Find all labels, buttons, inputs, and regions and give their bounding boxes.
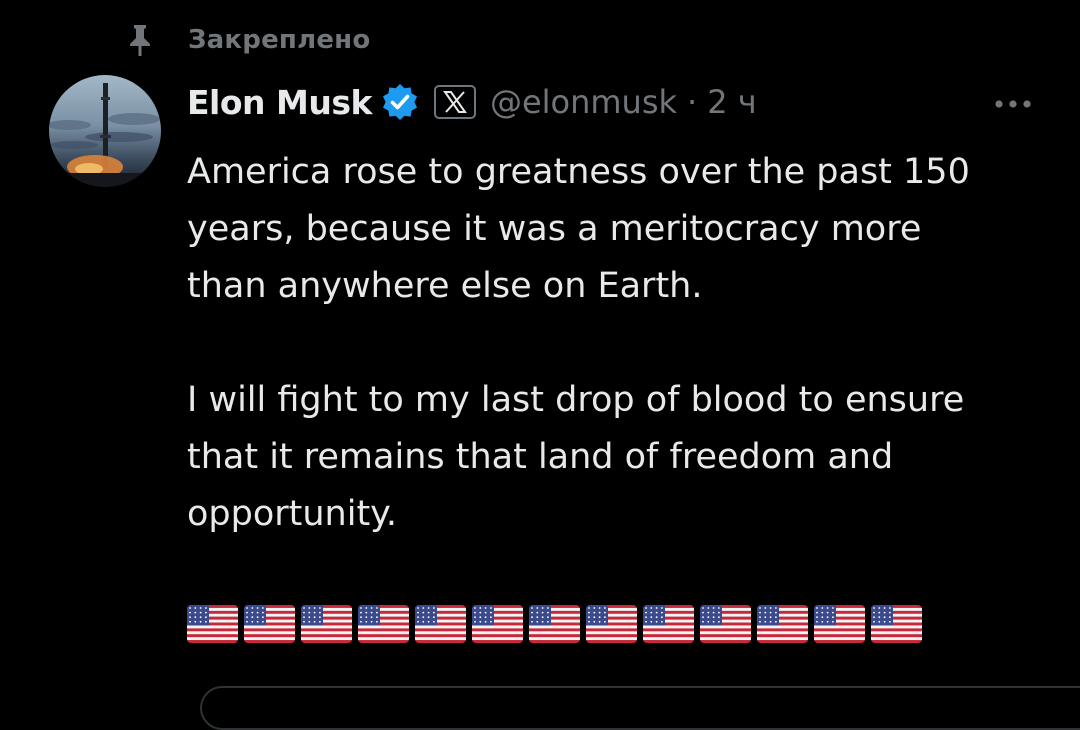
- pinned-indicator: Закреплено: [120, 20, 370, 60]
- tweet-header: Elon Musk @elonmusk · 2 ч: [187, 78, 1037, 126]
- tweet-paragraph: America rose to greatness over the past …: [187, 152, 970, 306]
- flag-emoji-row: [187, 605, 928, 645]
- us-flag-icon: [301, 605, 352, 643]
- media-card-edge[interactable]: [200, 686, 1080, 730]
- tweet-text: America rose to greatness over the past …: [187, 144, 1047, 543]
- tweet-paragraph: I will fight to my last drop of blood to…: [187, 380, 965, 534]
- pin-icon: [120, 20, 160, 60]
- avatar[interactable]: [49, 75, 161, 187]
- us-flag-icon: [700, 605, 751, 643]
- more-options-icon[interactable]: [989, 86, 1037, 122]
- us-flag-icon: [757, 605, 808, 643]
- us-flag-icon: [415, 605, 466, 643]
- us-flag-icon: [358, 605, 409, 643]
- verified-badge-icon[interactable]: [380, 82, 420, 122]
- x-logo-icon[interactable]: [433, 85, 476, 119]
- us-flag-icon: [529, 605, 580, 643]
- us-flag-icon: [472, 605, 523, 643]
- us-flag-icon: [187, 605, 238, 643]
- us-flag-icon: [871, 605, 922, 643]
- us-flag-icon: [814, 605, 865, 643]
- author-handle[interactable]: @elonmusk: [490, 83, 677, 121]
- us-flag-icon: [244, 605, 295, 643]
- pinned-label: Закреплено: [188, 25, 371, 55]
- us-flag-icon: [586, 605, 637, 643]
- us-flag-icon: [643, 605, 694, 643]
- separator-dot: ·: [687, 83, 698, 121]
- timestamp[interactable]: 2 ч: [707, 83, 756, 121]
- author-name[interactable]: Elon Musk: [187, 83, 372, 122]
